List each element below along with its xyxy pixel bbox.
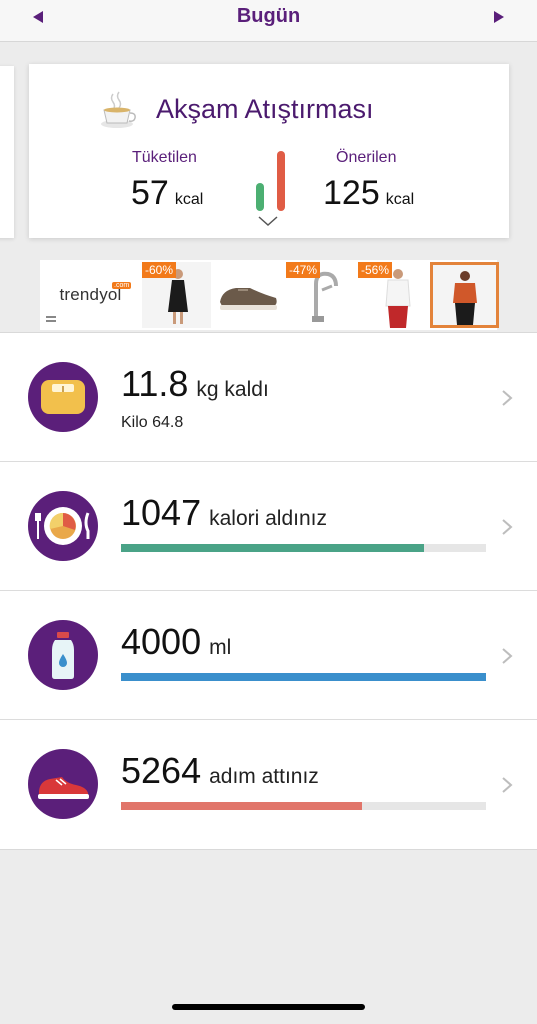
calories-progress <box>121 544 486 552</box>
ad-banner[interactable]: trendyol .com -60% -47% -56% <box>40 260 499 330</box>
ad-item-sneaker[interactable] <box>214 262 283 328</box>
weight-suffix: kg kaldı <box>196 378 269 401</box>
water-progress <box>121 673 486 681</box>
chevron-right-icon <box>502 390 513 406</box>
page-title: Bugün <box>236 5 301 27</box>
plate-icon <box>28 491 98 561</box>
chevron-right-icon <box>502 777 513 793</box>
chevron-right-icon <box>502 519 513 535</box>
steps-value: 5264 adım attınız <box>121 750 319 792</box>
steps-suffix: adım attınız <box>209 765 319 788</box>
trendyol-logo[interactable]: trendyol .com <box>42 262 139 328</box>
water-progress-fill <box>121 673 486 681</box>
calories-row[interactable]: 1047 kalori aldınız <box>0 462 537 591</box>
ad-item-faucet[interactable]: -47% <box>286 262 355 328</box>
steps-row[interactable]: 5264 adım attınız <box>0 720 537 849</box>
calories-number: 1047 <box>121 492 202 533</box>
blouse-image <box>433 265 496 325</box>
sneaker-image <box>214 262 283 328</box>
previous-meal-card[interactable] <box>0 66 14 238</box>
next-day-button[interactable] <box>485 8 513 26</box>
ad-item-blouse[interactable] <box>430 262 499 328</box>
ad-item-dress[interactable]: -60% <box>142 262 211 328</box>
weight-value: 11.8 kg kaldı <box>121 363 269 405</box>
suggested-unit: kcal <box>385 191 415 208</box>
steps-progress <box>121 802 486 810</box>
discount-badge: -47% <box>286 262 321 278</box>
triangle-right-icon <box>494 11 504 23</box>
suggested-value: 125 kcal <box>323 174 414 213</box>
water-suffix: ml <box>209 636 232 659</box>
suggested-label: Önerilen <box>336 149 397 166</box>
meal-card[interactable]: Akşam Atıştırması Tüketilen 57 kcal Öneri… <box>29 64 509 238</box>
steps-progress-fill <box>121 802 362 810</box>
metric-list: 11.8 kg kaldı Kilo 64.8 1047 kalori aldını… <box>0 332 537 850</box>
suggested-bar <box>277 151 285 211</box>
discount-badge: -56% <box>358 262 393 278</box>
consumed-unit: kcal <box>174 191 204 208</box>
scale-icon <box>28 362 98 432</box>
calories-suffix: kalori aldınız <box>209 507 327 530</box>
steps-number: 5264 <box>121 750 202 791</box>
consumed-value: 57 kcal <box>131 174 203 213</box>
calories-progress-fill <box>121 544 424 552</box>
weight-number: 11.8 <box>121 363 189 404</box>
chevron-down-icon[interactable] <box>257 214 279 228</box>
consumed-bar <box>256 183 264 211</box>
water-bottle-icon <box>28 620 98 690</box>
discount-badge: -60% <box>142 262 177 278</box>
water-value: 4000 ml <box>121 621 231 663</box>
home-indicator[interactable] <box>172 1004 365 1010</box>
logo-suffix: .com <box>112 282 132 289</box>
water-row[interactable]: 4000 ml <box>0 591 537 720</box>
water-number: 4000 <box>121 621 202 662</box>
menu-icon <box>46 316 56 322</box>
meal-title: Akşam Atıştırması <box>156 94 374 124</box>
chevron-right-icon <box>502 648 513 664</box>
suggested-number: 125 <box>323 174 380 212</box>
consumed-label: Tüketilen <box>132 149 197 166</box>
calorie-comparison-chart <box>254 149 288 211</box>
calories-value: 1047 kalori aldınız <box>121 492 327 534</box>
weight-row[interactable]: 11.8 kg kaldı Kilo 64.8 <box>0 333 537 462</box>
top-bar: Bugün <box>0 0 537 42</box>
ad-item-shirt[interactable]: -56% <box>358 262 427 328</box>
sneaker-icon <box>28 749 98 819</box>
tea-cup-icon <box>101 91 136 128</box>
consumed-number: 57 <box>131 174 169 212</box>
current-weight: Kilo 64.8 <box>121 414 184 431</box>
